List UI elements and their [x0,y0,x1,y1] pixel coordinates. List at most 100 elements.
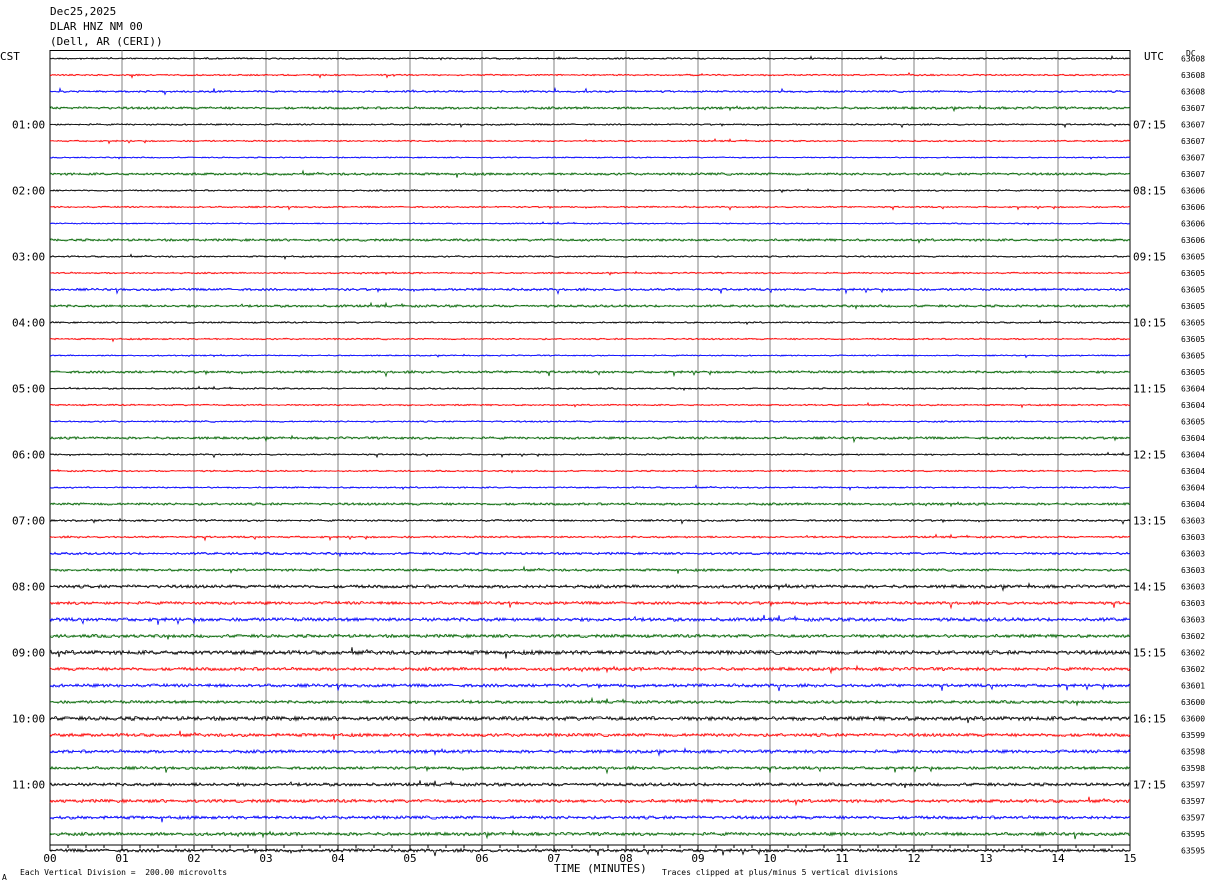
dc-offset-label: 63602 [1181,632,1205,641]
cst-hour-label: 02:00 [12,185,45,198]
dc-offset-label: 63597 [1181,797,1205,806]
dc-offset-label: 63603 [1181,599,1205,608]
utc-hour-label: 10:15 [1133,317,1166,330]
dc-offset-label: 63605 [1181,253,1205,262]
x-tick-label: 13 [979,852,992,865]
dc-offset-label: 63599 [1181,731,1205,740]
x-tick-label: 10 [763,852,776,865]
cst-hour-label: 10:00 [12,713,45,726]
dc-offset-label: 63606 [1181,187,1205,196]
helicorder-plot: 63608 63608 63608 63607 63607 63607 63607 63607… [12,50,1205,865]
x-tick-label: 15 [1123,852,1136,865]
dc-offset-label: 63608 [1181,71,1205,80]
dc-offset-label: 63600 [1181,698,1205,707]
cst-hour-label: 07:00 [12,515,45,528]
dc-offset-label: 63597 [1181,814,1205,823]
x-tick-label: 09 [691,852,704,865]
dc-offset-label: 63604 [1181,401,1205,410]
dc-offset-label: 63603 [1181,550,1205,559]
seismic-trace [49,551,1131,558]
dc-offset-label: 63604 [1181,434,1205,443]
cst-hour-label: 09:00 [12,647,45,660]
dc-offset-label: 63601 [1181,682,1205,691]
plot-frame [49,50,1131,846]
dc-offset-label: 63603 [1181,517,1205,526]
x-tick-label: 04 [331,852,345,865]
seismic-trace [49,156,1131,160]
seismic-trace [49,122,1131,129]
dc-offset-label: 63604 [1181,451,1205,460]
dc-offset-label: 63598 [1181,748,1205,757]
dc-offset-label: 63604 [1181,385,1205,394]
dc-offset-label: 63595 [1181,830,1205,839]
dc-offset-label: 63604 [1181,484,1205,493]
dc-offset-label: 63605 [1181,335,1205,344]
scale-note: Each Vertical Division = 200.00 microvol… [20,868,228,877]
seismic-trace [49,696,1131,707]
seismic-trace [49,205,1131,211]
dc-offset-label: 63605 [1181,418,1205,427]
utc-hour-label: 09:15 [1133,251,1166,264]
cst-hour-label: 08:00 [12,581,45,594]
seismic-trace [49,369,1131,378]
dc-offset-label: 63607 [1181,121,1205,130]
x-tick-label: 06 [475,852,488,865]
dc-offset-label: 63605 [1181,302,1205,311]
dc-offset-label: 63605 [1181,286,1205,295]
seismic-trace [49,533,1131,542]
x-tick-label: 03 [259,852,272,865]
dc-offset-label: 63607 [1181,154,1205,163]
cst-hour-label: 05:00 [12,383,45,396]
cst-hour-label: 01:00 [12,119,45,132]
x-tick-label: 01 [115,852,128,865]
dc-offset-label: 63608 [1181,88,1205,97]
dc-offset-label: 63605 [1181,352,1205,361]
x-tick-label: 11 [835,852,848,865]
seismic-trace [49,353,1131,359]
utc-hour-label: 14:15 [1133,581,1166,594]
utc-hour-label: 11:15 [1133,383,1166,396]
seismic-trace [49,337,1131,343]
seismic-trace [49,71,1131,79]
seismic-trace [49,747,1131,757]
dc-offset-label: 63602 [1181,665,1205,674]
dc-offset-label: 63603 [1181,533,1205,542]
utc-hour-label: 16:15 [1133,713,1166,726]
dc-offset-label: 63604 [1181,500,1205,509]
dc-offset-label: 63607 [1181,104,1205,113]
x-tick-label: 05 [403,852,416,865]
dc-offset-label: 63607 [1181,170,1205,179]
utc-hour-label: 13:15 [1133,515,1166,528]
seismic-trace [49,237,1131,244]
dc-offset-label: 63606 [1181,220,1205,229]
cst-hour-label: 04:00 [12,317,45,330]
dc-offset-label: 63607 [1181,137,1205,146]
seismic-trace [49,796,1130,807]
x-axis-label: TIME (MINUTES) [554,862,647,875]
seismic-trace [49,600,1131,610]
x-tick-label: 00 [43,852,56,865]
seismic-trace [49,137,1131,145]
cst-hour-label: 11:00 [12,779,45,792]
seismic-trace [49,54,1131,61]
seismic-trace [49,633,1131,640]
seismic-trace [49,434,1131,444]
dc-offset-label: 63606 [1181,236,1205,245]
dc-offset-label: 63602 [1181,649,1205,658]
dc-offset-label: 63603 [1181,583,1205,592]
seismic-trace [49,451,1131,459]
x-tick-label: 12 [907,852,920,865]
corner-mark: A [2,873,7,882]
seismic-trace [49,847,1131,857]
dc-offset-label: 63605 [1181,319,1205,328]
dc-offset-label: 63606 [1181,203,1205,212]
dc-offset-label: 63603 [1181,616,1205,625]
seismic-trace [49,287,1131,295]
dc-offset-label: 63605 [1181,269,1205,278]
seismic-trace [49,582,1131,592]
x-tick-label: 14 [1051,852,1065,865]
seismic-trace [49,814,1131,823]
dc-offset-label: 63604 [1181,467,1205,476]
utc-hour-label: 12:15 [1133,449,1166,462]
dc-offset-label: 63597 [1181,781,1205,790]
